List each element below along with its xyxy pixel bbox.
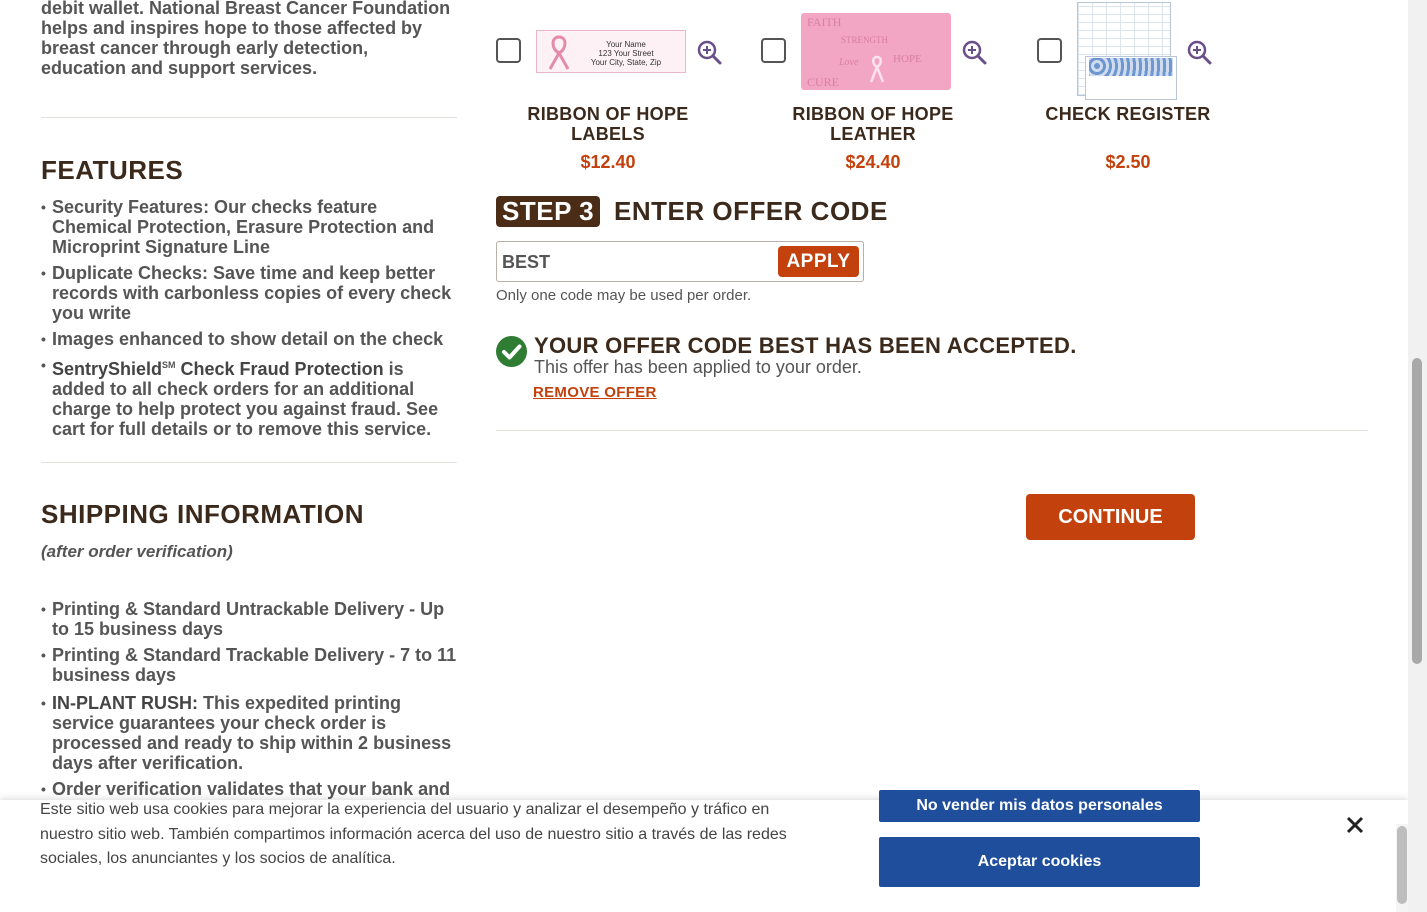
intro-text: debit wallet. National Breast Cancer Fou… (41, 0, 451, 78)
shipping-list: Printing & Standard Untrackable Delivery… (41, 599, 457, 799)
service-mark: SM (162, 360, 176, 370)
step-title: ENTER OFFER CODE (614, 196, 888, 226)
step-badge: STEP 3 (496, 196, 601, 227)
accept-cookies-button[interactable]: Aceptar cookies (879, 837, 1200, 887)
ribbon-icon (869, 55, 885, 83)
product-name: CHECK REGISTER (1045, 104, 1211, 124)
register-thumbnail[interactable] (1077, 2, 1177, 100)
features-list: Security Features: Our checks feature Ch… (41, 197, 457, 439)
list-item-sentryshield: SentryShieldSM Check Fraud Protection is… (41, 355, 457, 439)
product-price: $2.50 (1105, 152, 1151, 172)
zoom-in-icon[interactable] (696, 39, 722, 65)
list-item: Images enhanced to show detail on the ch… (41, 329, 457, 349)
sentryshield-brand: SentryShield (52, 359, 163, 379)
ribbon-icon (548, 35, 570, 70)
product-name: RIBBON OF HOPE LEATHER (792, 104, 954, 144)
page: debit wallet. National Breast Cancer Fou… (0, 0, 1408, 912)
offer-code-input[interactable] (502, 250, 762, 274)
cookie-text: Este sitio web usa cookies para mejorar … (40, 801, 787, 867)
offer-code-note: Only one code may be used per order. (496, 287, 752, 304)
label-line: Your City, State, Zip (590, 58, 662, 67)
leather-word: Love (839, 57, 859, 68)
list-item-inplant-rush: IN-PLANT RUSH: This expedited printing s… (41, 693, 457, 773)
remove-offer-link[interactable]: REMOVE OFFER (533, 384, 657, 401)
offer-accepted-subtitle: This offer has been applied to your orde… (534, 357, 862, 377)
list-item: Printing & Standard Untrackable Delivery… (41, 599, 457, 639)
leather-word: STRENGTH (841, 35, 888, 45)
list-item: Order verification validates that your b… (41, 779, 457, 799)
divider (41, 462, 457, 463)
label-line: 123 Your Street (598, 49, 654, 58)
sentryshield-bold: Check Fraud Protection (175, 359, 384, 379)
product-price: $12.40 (580, 152, 636, 172)
rush-label: IN-PLANT RUSH: (52, 693, 198, 713)
list-item: Printing & Standard Trackable Delivery -… (41, 645, 457, 685)
cookie-banner: Este sitio web usa cookies para mejorar … (0, 790, 1408, 912)
zoom-in-icon[interactable] (1186, 39, 1212, 65)
offer-accepted-title: YOUR OFFER CODE BEST HAS BEEN ACCEPTED. (534, 333, 1077, 358)
label-line: Your Name (606, 40, 646, 49)
features-title: FEATURES (41, 155, 184, 185)
page-scrollbar-thumb[interactable] (1412, 358, 1422, 664)
product-checkbox[interactable] (496, 38, 521, 63)
divider (496, 430, 1368, 431)
product-name: RIBBON OF HOPE LABELS (527, 104, 689, 144)
divider (41, 117, 457, 118)
list-item: Security Features: Our checks feature Ch… (41, 197, 457, 257)
do-not-sell-button[interactable]: No vender mis datos personales (879, 790, 1200, 822)
close-icon[interactable] (1344, 814, 1366, 836)
apply-button[interactable]: APPLY (778, 246, 859, 277)
offer-code-field: APPLY (496, 241, 864, 282)
product-price: $24.40 (845, 152, 901, 172)
leather-thumbnail[interactable]: FAITH STRENGTH Love HOPE CURE (801, 13, 951, 90)
zoom-in-icon[interactable] (961, 39, 987, 65)
continue-button[interactable]: CONTINUE (1026, 494, 1195, 540)
cookie-scrollbar-thumb[interactable] (1397, 826, 1407, 904)
shipping-title: SHIPPING INFORMATION (41, 499, 364, 529)
check-circle-icon (496, 336, 527, 367)
product-checkbox[interactable] (761, 38, 786, 63)
list-item: Duplicate Checks: Save time and keep bet… (41, 263, 457, 323)
leather-word: FAITH (807, 15, 842, 29)
leather-word: CURE (807, 75, 840, 89)
product-checkbox[interactable] (1037, 38, 1062, 63)
leather-word: HOPE (893, 53, 922, 65)
shipping-subtitle: (after order verification) (41, 542, 233, 561)
labels-thumbnail[interactable]: Your Name 123 Your Street Your City, Sta… (536, 30, 686, 73)
